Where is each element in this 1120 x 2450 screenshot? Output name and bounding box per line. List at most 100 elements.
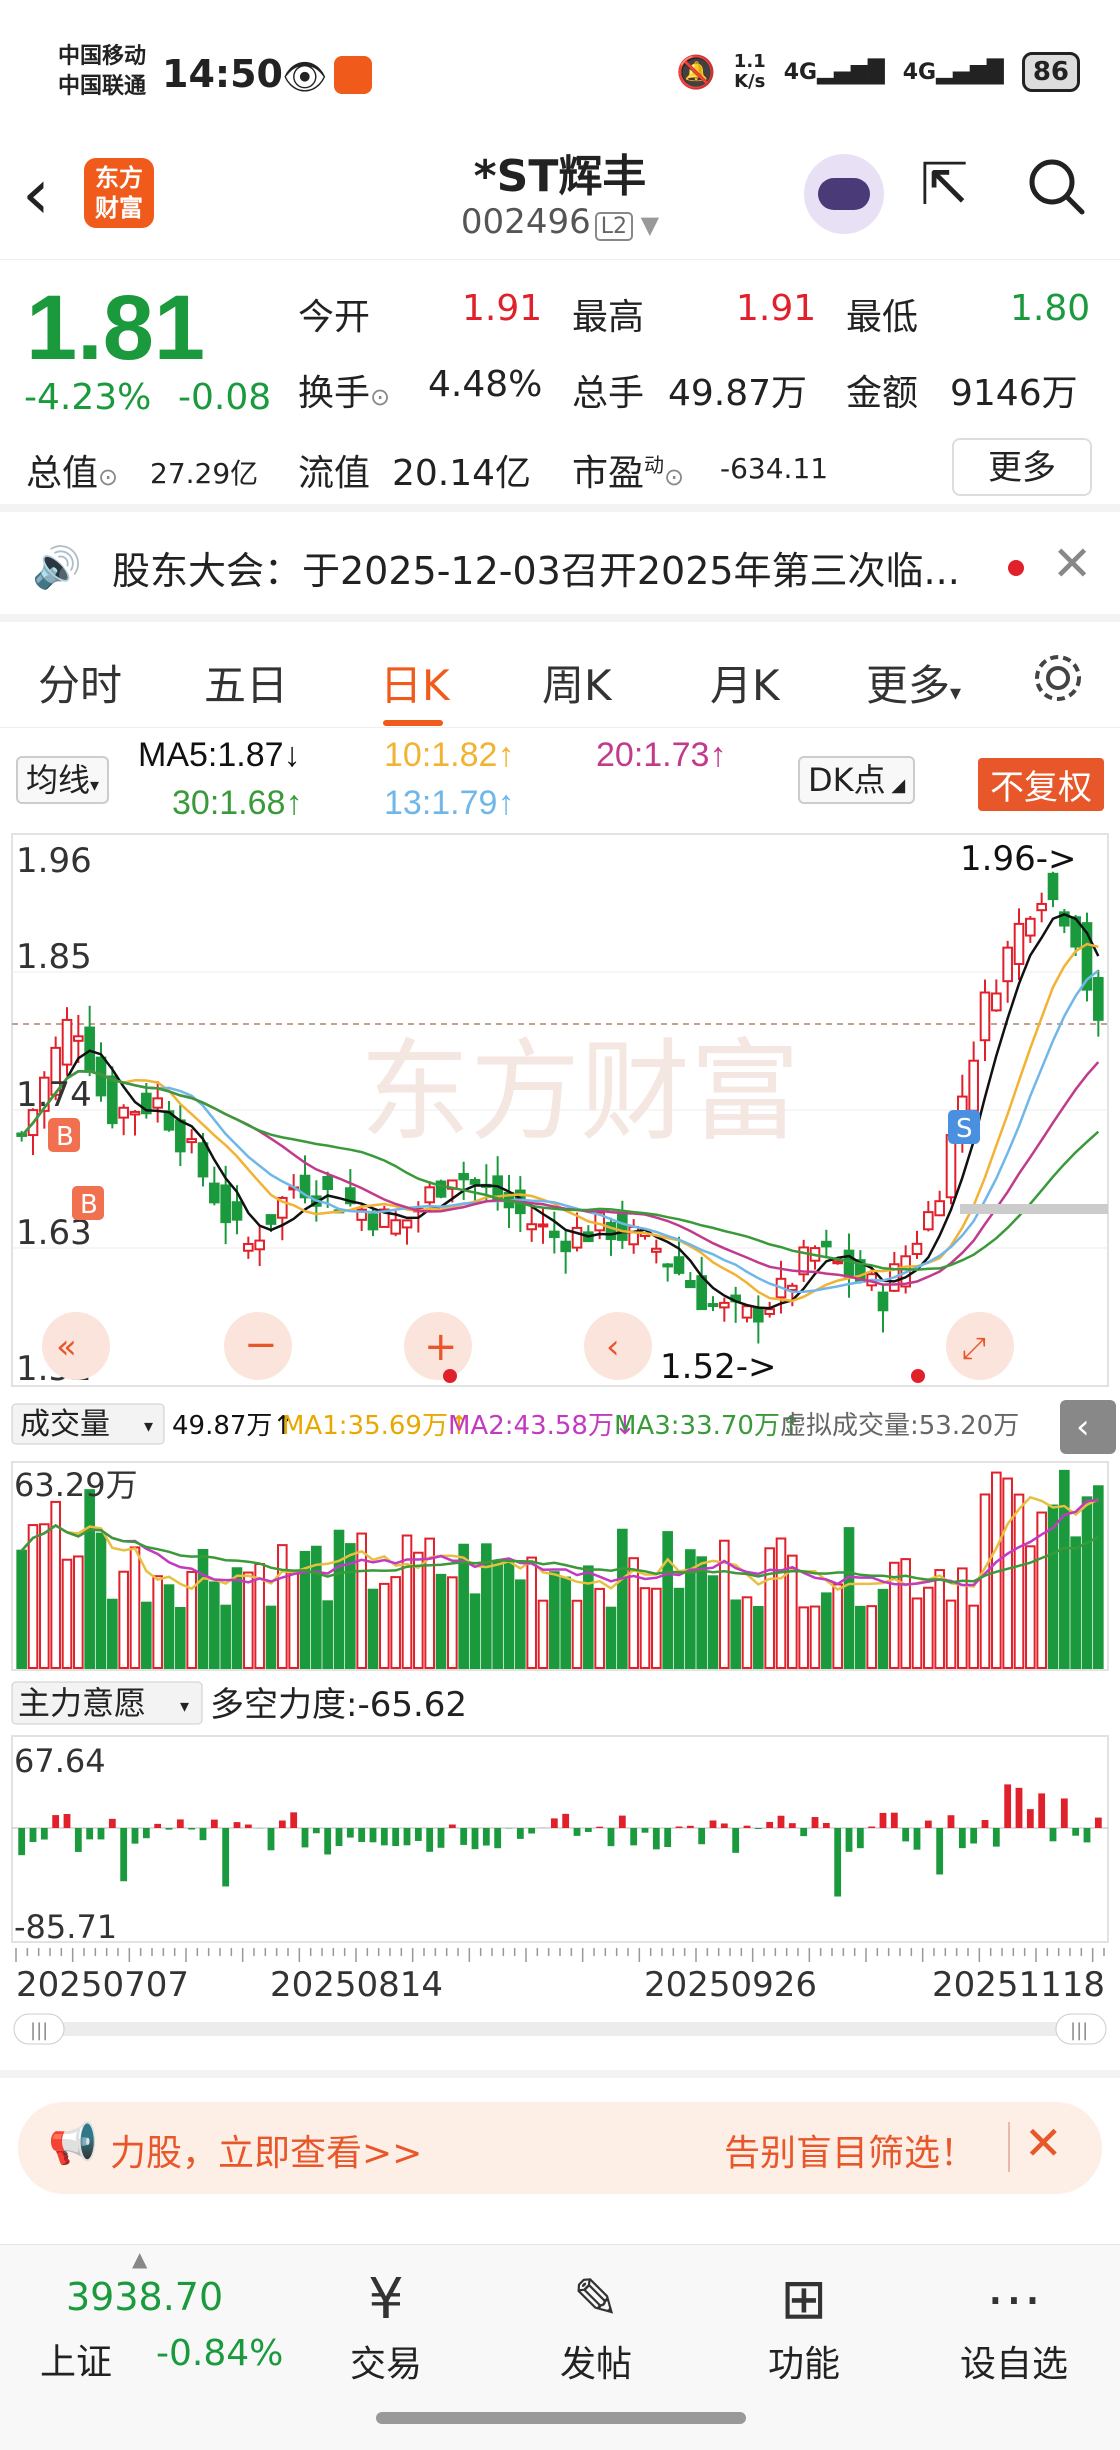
candle-body	[685, 1279, 696, 1289]
svg-text:S: S	[956, 1114, 973, 1144]
volume-bar	[401, 1534, 413, 1670]
candle-body	[526, 1223, 537, 1231]
notice-bar[interactable]: 🔊 股东大会：于2025-12-03召开2025年第三次临... ✕	[0, 514, 1120, 622]
force-bar	[244, 1824, 252, 1828]
mute-icon: 🔕	[675, 53, 716, 91]
tab-weekly-k[interactable]: 周K	[542, 652, 612, 713]
indicator-selector[interactable]: 均线▾	[16, 756, 110, 804]
volume-bar	[911, 1597, 923, 1669]
watermark: 东方财富	[360, 1028, 800, 1156]
scroll-left-icon[interactable]: «	[42, 1312, 110, 1380]
promo-close-icon[interactable]: ✕	[1024, 2116, 1063, 2170]
force-bar	[584, 1828, 592, 1832]
assistant-avatar[interactable]	[804, 154, 884, 234]
force-bar	[108, 1818, 116, 1828]
nav-watchlist[interactable]: ⋯ 设自选	[944, 2265, 1084, 2387]
date-label-2: 20250814	[270, 1965, 443, 2005]
force-bar	[324, 1828, 332, 1855]
index-change[interactable]: -0.84%	[156, 2333, 283, 2374]
force-label: 多空力度:-65.62	[210, 1685, 467, 1725]
candle-body	[741, 1305, 753, 1319]
search-icon[interactable]	[1024, 154, 1088, 232]
volume-value: 49.87万↑	[172, 1411, 294, 1441]
vol-ma1: MA1:35.69万↑	[282, 1411, 470, 1441]
volume-bar	[231, 1567, 243, 1670]
kline-chart-svg[interactable]: 东方财富 1.96 1.85 1.74 1.63 1.52 1.96-> 1.5…	[0, 830, 1120, 2060]
scroll-handle-left[interactable]: |||	[13, 2013, 65, 2045]
force-bar	[766, 1821, 774, 1828]
share-icon[interactable]: ⇱	[920, 150, 969, 218]
force-bar	[1038, 1793, 1046, 1828]
promo-banner[interactable]: 📢 力股，立即查看>> 告别盲目筛选！ ✕	[18, 2102, 1102, 2194]
candle-body	[209, 1182, 220, 1204]
float-value: 20.14亿	[392, 453, 532, 494]
index-name[interactable]: 上证	[40, 2333, 112, 2385]
volume-bar	[492, 1561, 503, 1670]
tab-more[interactable]: 更多▾	[866, 652, 961, 713]
volume-bar	[549, 1571, 560, 1670]
volume-bar	[923, 1586, 934, 1670]
nav-function[interactable]: ⊞ 功能	[734, 2265, 874, 2387]
candle-body	[424, 1186, 435, 1204]
index-value[interactable]: 3938.70	[66, 2275, 223, 2319]
nav-post[interactable]: ✎ 发帖	[526, 2265, 666, 2387]
chart-area[interactable]: 东方财富 1.96 1.85 1.74 1.63 1.52 1.96-> 1.5…	[0, 830, 1120, 2060]
force-bar	[131, 1828, 139, 1844]
svg-text:«: «	[56, 1327, 77, 1367]
min-marker: 1.52->	[660, 1347, 776, 1387]
collapse-panel-icon[interactable]: ‹	[1060, 1400, 1116, 1454]
more-button[interactable]: 更多	[952, 438, 1092, 496]
force-bar	[686, 1825, 694, 1828]
turnover-value: 4.48%	[428, 364, 543, 405]
force-bar	[290, 1812, 298, 1828]
force-bar	[811, 1817, 819, 1828]
high-value: 1.91	[736, 288, 817, 329]
tab-monthly-k[interactable]: 月K	[710, 652, 780, 713]
candle-body	[367, 1213, 379, 1231]
index-expand-icon[interactable]: ▲	[132, 2247, 147, 2271]
ma10-value: 10:1.82↑	[384, 736, 515, 774]
home-indicator[interactable]	[376, 2412, 746, 2424]
volume-bar	[1059, 1469, 1070, 1670]
current-price: 1.81	[26, 277, 206, 379]
candle-body	[458, 1173, 469, 1181]
candle-body	[469, 1179, 481, 1185]
grid-icon: ⊞	[780, 2267, 828, 2332]
low-value: 1.80	[1010, 288, 1091, 329]
candle-body	[322, 1175, 333, 1191]
nav-trade[interactable]: ¥ 交易	[316, 2265, 456, 2387]
carrier-2: 中国联通	[58, 74, 147, 99]
tab-daily-k[interactable]: 日K	[380, 652, 450, 713]
volume-bar	[809, 1605, 821, 1669]
tab-intraday[interactable]: 分时	[38, 652, 122, 713]
candle-body	[979, 991, 991, 1042]
volume-bar	[707, 1575, 719, 1669]
candle-body	[571, 1226, 583, 1249]
volume-bar	[877, 1588, 889, 1669]
force-bar	[845, 1828, 853, 1852]
volume-value: 49.87万	[668, 373, 808, 414]
adjust-button[interactable]: 不复权	[978, 758, 1104, 811]
svg-text:▾: ▾	[144, 1416, 153, 1437]
settings-gear-icon[interactable]	[1030, 650, 1086, 710]
fullscreen-icon[interactable]: ⤢	[946, 1312, 1014, 1380]
candle-body	[401, 1219, 413, 1229]
close-icon[interactable]: ✕	[1052, 536, 1092, 592]
chart-scrollbar[interactable]	[14, 2022, 1106, 2036]
y-label-1: 1.96	[16, 841, 92, 881]
svg-text:|||: |||	[30, 2020, 48, 2041]
force-bar	[754, 1828, 762, 1829]
force-bar	[426, 1828, 434, 1852]
candle-body	[220, 1184, 231, 1224]
scroll-handle-right[interactable]: |||	[1055, 2013, 1107, 2045]
step-left-icon[interactable]: ‹	[584, 1312, 652, 1380]
net-speed-value: 1.1	[733, 51, 766, 72]
zoom-in-icon[interactable]: +	[404, 1312, 472, 1380]
tab-five-day[interactable]: 五日	[204, 652, 288, 713]
pe-label: 市盈动⊙	[572, 453, 685, 494]
volume-y-max: 63.29万	[14, 1466, 138, 1504]
dk-selector[interactable]: DK点 ◢	[798, 756, 916, 804]
zoom-out-icon[interactable]: −	[224, 1312, 292, 1380]
volume-bar	[243, 1571, 254, 1670]
force-bar	[720, 1823, 728, 1828]
